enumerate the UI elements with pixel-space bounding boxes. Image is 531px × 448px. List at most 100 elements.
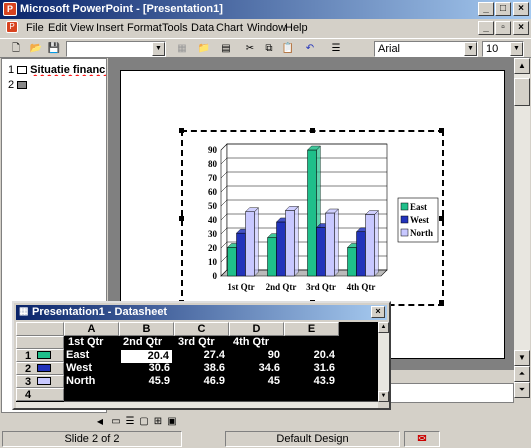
- next-slide-icon[interactable]: ⏷: [514, 382, 530, 398]
- value-cell[interactable]: 30.6: [119, 362, 173, 375]
- new-icon[interactable]: 🗋: [8, 41, 24, 56]
- scroll-left-icon[interactable]: ◀: [94, 414, 106, 429]
- save-icon[interactable]: 💾: [46, 41, 62, 56]
- column-header[interactable]: E: [284, 322, 339, 336]
- value-cell[interactable]: 43.9: [284, 375, 338, 388]
- value-cell[interactable]: 31.6: [284, 362, 338, 375]
- y-tick-label: 90: [208, 145, 218, 155]
- menu-window[interactable]: Window: [247, 22, 286, 34]
- category-cell[interactable]: 1st Qtr: [68, 336, 118, 349]
- standard-toolbar: 🗋 📂 💾 ▼ ▦ 📁 ▤ ✂ ⧉ 📋 ↶ ☰ Arial ▼ 10 ▼: [0, 38, 531, 58]
- row-header[interactable]: 3: [16, 375, 64, 388]
- bar: [236, 232, 246, 277]
- column-header[interactable]: C: [174, 322, 229, 336]
- datasheet-window[interactable]: ▦ Presentation1 - Datasheet × A B C D E …: [12, 301, 391, 410]
- powerpoint-app-icon[interactable]: P: [3, 2, 17, 16]
- datasheet-title: Presentation1 - Datasheet: [32, 306, 168, 318]
- value-cell[interactable]: 20.4: [284, 349, 338, 362]
- doc-close-button[interactable]: ×: [513, 21, 529, 35]
- bar: [245, 211, 255, 277]
- datasheet-vertical-scrollbar[interactable]: ▲ ▼: [378, 322, 389, 402]
- format-selection-icon[interactable]: ▦: [174, 41, 190, 56]
- outline-slide-1[interactable]: 1 Situatie financiara: [8, 64, 106, 76]
- menu-data[interactable]: Data: [191, 22, 214, 34]
- chart-objects-combo[interactable]: ▼: [66, 41, 166, 57]
- column-header[interactable]: B: [119, 322, 174, 336]
- doc-minimize-button[interactable]: _: [478, 21, 494, 35]
- menu-chart[interactable]: Chart: [216, 22, 243, 34]
- bar: [347, 247, 357, 277]
- minimize-button[interactable]: _: [478, 2, 494, 16]
- vertical-scrollbar[interactable]: ▲ ▼ ⏶ ⏷: [514, 58, 530, 398]
- scroll-down-icon[interactable]: ▼: [378, 391, 389, 402]
- spelling-status-icon[interactable]: ✉: [404, 431, 440, 447]
- series-label-cell[interactable]: East: [66, 349, 118, 362]
- cut-icon[interactable]: ✂: [242, 41, 258, 56]
- font-size-combo[interactable]: 10 ▼: [482, 41, 524, 57]
- value-cell[interactable]: 45.9: [119, 375, 173, 388]
- row-header[interactable]: 4: [16, 388, 64, 401]
- category-cell[interactable]: 4th Qtr: [233, 336, 283, 349]
- value-cell[interactable]: 34.6: [229, 362, 283, 375]
- view-datasheet-icon[interactable]: ▤: [218, 41, 234, 56]
- menu-view[interactable]: View: [70, 22, 94, 34]
- scroll-up-icon[interactable]: ▲: [514, 58, 530, 74]
- series-label-cell[interactable]: North: [66, 375, 118, 388]
- category-cell[interactable]: 2nd Qtr: [123, 336, 173, 349]
- bar: [365, 214, 375, 277]
- legend-swatch: [400, 228, 409, 237]
- column-header[interactable]: A: [64, 322, 119, 336]
- slide-show-icon[interactable]: ▣: [164, 414, 180, 429]
- menu-edit[interactable]: Edit: [48, 22, 67, 34]
- value-cell[interactable]: 45: [229, 375, 283, 388]
- row-header[interactable]: 2: [16, 362, 64, 375]
- bar-side: [334, 208, 339, 277]
- value-cell[interactable]: 46.9: [174, 375, 228, 388]
- outline-slide-2[interactable]: 2: [8, 79, 30, 91]
- chevron-down-icon[interactable]: ▼: [464, 42, 477, 56]
- row-header[interactable]: [16, 336, 64, 349]
- scroll-up-icon[interactable]: ▲: [378, 322, 389, 333]
- import-file-icon[interactable]: 📁: [196, 41, 212, 56]
- category-cell[interactable]: 3rd Qtr: [178, 336, 228, 349]
- menu-format[interactable]: Format: [127, 22, 162, 34]
- font-name-value: Arial: [378, 43, 401, 55]
- value-cell[interactable]: 27.4: [174, 349, 228, 362]
- column-header[interactable]: D: [229, 322, 284, 336]
- doc-restore-button[interactable]: ▫: [495, 21, 511, 35]
- by-row-icon[interactable]: ☰: [328, 41, 344, 56]
- font-name-combo[interactable]: Arial ▼: [374, 41, 478, 57]
- open-icon[interactable]: 📂: [28, 41, 44, 56]
- chevron-down-icon[interactable]: ▼: [152, 42, 165, 56]
- x-tick-label: 4th Qtr: [347, 282, 376, 292]
- maximize-button[interactable]: □: [495, 2, 511, 16]
- close-button[interactable]: ×: [513, 2, 529, 16]
- document-icon[interactable]: P: [6, 21, 18, 33]
- menu-help[interactable]: Help: [285, 22, 308, 34]
- paste-icon[interactable]: 📋: [280, 41, 296, 56]
- chart-object[interactable]: 0 10 20 30 40 50 60 70 80 90 1st Qtr 2nd Qtr 3rd Qtr…: [179, 128, 444, 306]
- grid-icon: ▦: [19, 306, 29, 317]
- chevron-down-icon[interactable]: ▼: [510, 42, 523, 56]
- menu-file[interactable]: File: [26, 22, 44, 34]
- menu-insert[interactable]: Insert: [96, 22, 124, 34]
- title-bar: P Microsoft PowerPoint - [Presentation1]…: [0, 0, 531, 19]
- datasheet-titlebar[interactable]: ▦ Presentation1 - Datasheet ×: [16, 305, 387, 320]
- status-bar: Slide 2 of 2 Default Design ✉: [0, 430, 531, 448]
- series-label-cell[interactable]: West: [66, 362, 118, 375]
- scroll-thumb[interactable]: [514, 78, 530, 106]
- previous-slide-icon[interactable]: ⏶: [514, 366, 530, 382]
- column-chart[interactable]: 0 10 20 30 40 50 60 70 80 90 1st Qtr 2nd Qtr 3rd Qtr…: [183, 132, 442, 304]
- datasheet-grid[interactable]: A B C D E 1st Qtr 2nd Qtr 3rd Qtr 4th Qt…: [16, 322, 378, 402]
- value-cell[interactable]: 90: [229, 349, 283, 362]
- scroll-down-icon[interactable]: ▼: [514, 350, 530, 366]
- bar-side: [374, 209, 379, 277]
- undo-icon[interactable]: ↶: [302, 41, 318, 56]
- datasheet-close-button[interactable]: ×: [371, 306, 385, 318]
- select-all-corner[interactable]: [16, 322, 64, 336]
- datasheet-horizontal-scrollbar[interactable]: [16, 402, 378, 408]
- row-header[interactable]: 1: [16, 349, 64, 362]
- copy-icon[interactable]: ⧉: [261, 41, 277, 56]
- menu-tools[interactable]: Tools: [162, 22, 188, 34]
- value-cell[interactable]: 38.6: [174, 362, 228, 375]
